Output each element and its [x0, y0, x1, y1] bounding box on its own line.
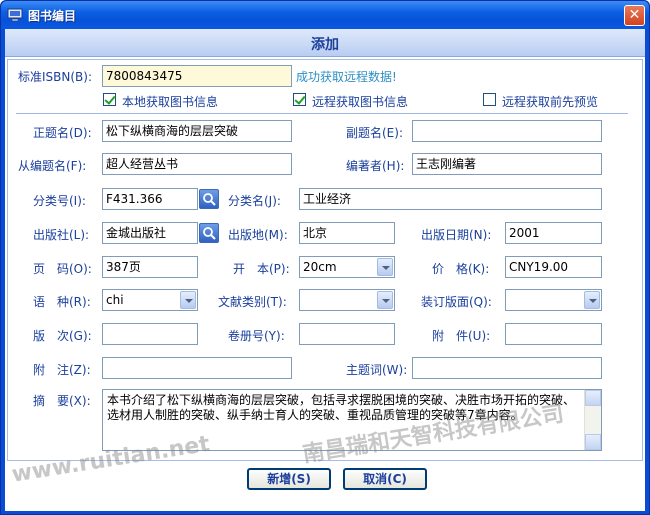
edition-label: 版 次(G):: [33, 329, 92, 343]
checkbox-remote-fetch[interactable]: 远程获取图书信息: [293, 92, 433, 109]
language-select[interactable]: chi: [102, 289, 198, 311]
magnifier-icon: [203, 193, 216, 206]
series-input[interactable]: 超人经营丛书: [102, 153, 292, 175]
publisher-input[interactable]: 金城出版社: [102, 222, 198, 244]
magnifier-icon: [203, 227, 216, 240]
subtitle-input[interactable]: [412, 120, 602, 142]
series-label: 从编题名(F):: [18, 159, 87, 173]
preview-before-remote-label: 远程获取前先预览: [502, 95, 599, 109]
pages-input[interactable]: 387页: [102, 256, 198, 278]
language-select-value: chi: [106, 293, 124, 307]
abstract-textarea[interactable]: 本书介绍了松下纵横商海的层层突破，包括寻求摆脱困境的突破、决胜市场开拓的突破、选…: [102, 389, 602, 451]
close-icon: ✕: [628, 7, 641, 23]
dialog-client-area: 添加 标准ISBN(B): 7800843475 成功获取远程数据! 本地获取图…: [5, 29, 645, 511]
close-button[interactable]: ✕: [624, 5, 645, 26]
remote-fetch-checkbox[interactable]: [293, 93, 306, 106]
scroll-up-icon[interactable]: [585, 390, 601, 406]
doc-type-label: 文献类别(T):: [218, 295, 287, 309]
window-title: 图书编目: [28, 9, 77, 23]
local-fetch-label: 本地获取图书信息: [122, 95, 219, 109]
author-label: 编著者(H):: [346, 159, 405, 173]
chevron-down-icon[interactable]: [584, 291, 600, 309]
checkbox-preview-before-remote[interactable]: 远程获取前先预览: [483, 92, 623, 109]
pub-place-input[interactable]: 北京: [299, 222, 395, 244]
pub-date-label: 出版日期(N):: [421, 228, 492, 242]
size-select-value: 20cm: [303, 260, 337, 274]
volume-input[interactable]: [299, 323, 395, 345]
title-input[interactable]: 松下纵横商海的层层突破: [102, 120, 292, 142]
form-header-title: 添加: [311, 37, 339, 53]
attachment-label: 附 件(U):: [432, 329, 491, 343]
subtitle-label: 副题名(E):: [346, 126, 403, 140]
edition-input[interactable]: [102, 323, 198, 345]
pub-place-label: 出版地(M):: [228, 228, 288, 242]
title-label: 正题名(D):: [33, 126, 92, 140]
preview-before-remote-checkbox[interactable]: [483, 93, 496, 106]
author-input[interactable]: 王志刚编著: [412, 153, 602, 175]
abstract-scrollbar[interactable]: [584, 390, 601, 450]
size-select[interactable]: 20cm: [299, 256, 395, 278]
abstract-text: 本书介绍了松下纵横商海的层层突破，包括寻求摆脱困境的突破、决胜市场开拓的突破、选…: [107, 393, 576, 422]
cancel-button[interactable]: 取消(C): [343, 468, 427, 490]
pub-date-input[interactable]: 2001: [505, 222, 602, 244]
section-divider: [16, 113, 628, 114]
doc-type-select[interactable]: [299, 289, 395, 311]
price-input[interactable]: CNY19.00: [505, 256, 602, 278]
abstract-label: 摘 要(X):: [33, 394, 91, 408]
language-label: 语 种(R):: [33, 295, 91, 309]
remote-status-text: 成功获取远程数据!: [296, 70, 397, 84]
pages-label: 页 码(O):: [33, 262, 92, 276]
note-input[interactable]: [102, 357, 292, 379]
remote-fetch-label: 远程获取图书信息: [312, 95, 409, 109]
chevron-down-icon[interactable]: [180, 291, 196, 309]
chevron-down-icon[interactable]: [377, 258, 393, 276]
attachment-input[interactable]: [505, 323, 602, 345]
class-name-label: 分类名(J):: [228, 194, 281, 208]
chevron-down-icon[interactable]: [377, 291, 393, 309]
binding-label: 装订版面(Q):: [421, 295, 492, 309]
checkbox-local-fetch[interactable]: 本地获取图书信息: [103, 92, 243, 109]
subject-input[interactable]: [412, 357, 602, 379]
isbn-label: 标准ISBN(B):: [18, 70, 93, 84]
binding-select[interactable]: [505, 289, 602, 311]
publisher-label: 出版社(L):: [33, 228, 90, 242]
note-label: 附 注(Z):: [33, 363, 91, 377]
class-no-input[interactable]: F431.366: [102, 188, 198, 210]
class-no-search-button[interactable]: [199, 189, 219, 209]
subject-label: 主题词(W):: [346, 363, 408, 377]
form-panel: 标准ISBN(B): 7800843475 成功获取远程数据! 本地获取图书信息…: [7, 59, 643, 461]
size-label: 开 本(P):: [233, 262, 290, 276]
class-name-input[interactable]: 工业经济: [299, 188, 602, 210]
button-bar: 新增(S) 取消(C): [5, 463, 645, 511]
price-label: 价 格(K):: [432, 262, 490, 276]
class-no-label: 分类号(I):: [33, 194, 86, 208]
dialog-window: 图书编目 ✕ 添加 标准ISBN(B): 7800843475 成功获取远程数据…: [0, 0, 650, 515]
isbn-input[interactable]: 7800843475: [102, 65, 292, 87]
volume-label: 卷册号(Y):: [228, 329, 285, 343]
publisher-search-button[interactable]: [199, 223, 219, 243]
add-button[interactable]: 新增(S): [247, 468, 331, 490]
form-header: 添加: [5, 29, 645, 57]
computer-icon: [7, 8, 23, 22]
scroll-down-icon[interactable]: [585, 434, 601, 450]
local-fetch-checkbox[interactable]: [103, 93, 116, 106]
title-bar[interactable]: 图书编目 ✕: [1, 1, 649, 29]
